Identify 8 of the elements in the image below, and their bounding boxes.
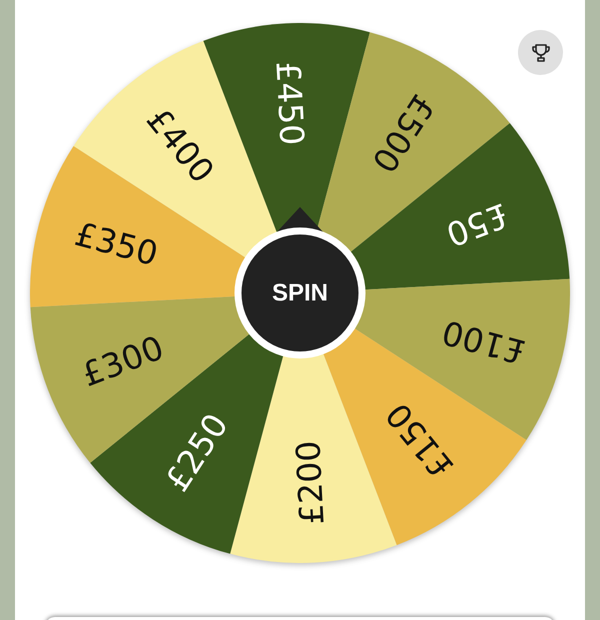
segment-label: £450	[268, 60, 312, 146]
segment-label: £200	[288, 440, 332, 526]
segment-label: £50	[440, 195, 514, 254]
segment-label: £350	[70, 214, 162, 274]
segment-label: £100	[438, 312, 530, 372]
trophy-icon	[530, 42, 552, 64]
trophy-button[interactable]	[518, 30, 563, 75]
segment-label: £300	[76, 328, 169, 394]
